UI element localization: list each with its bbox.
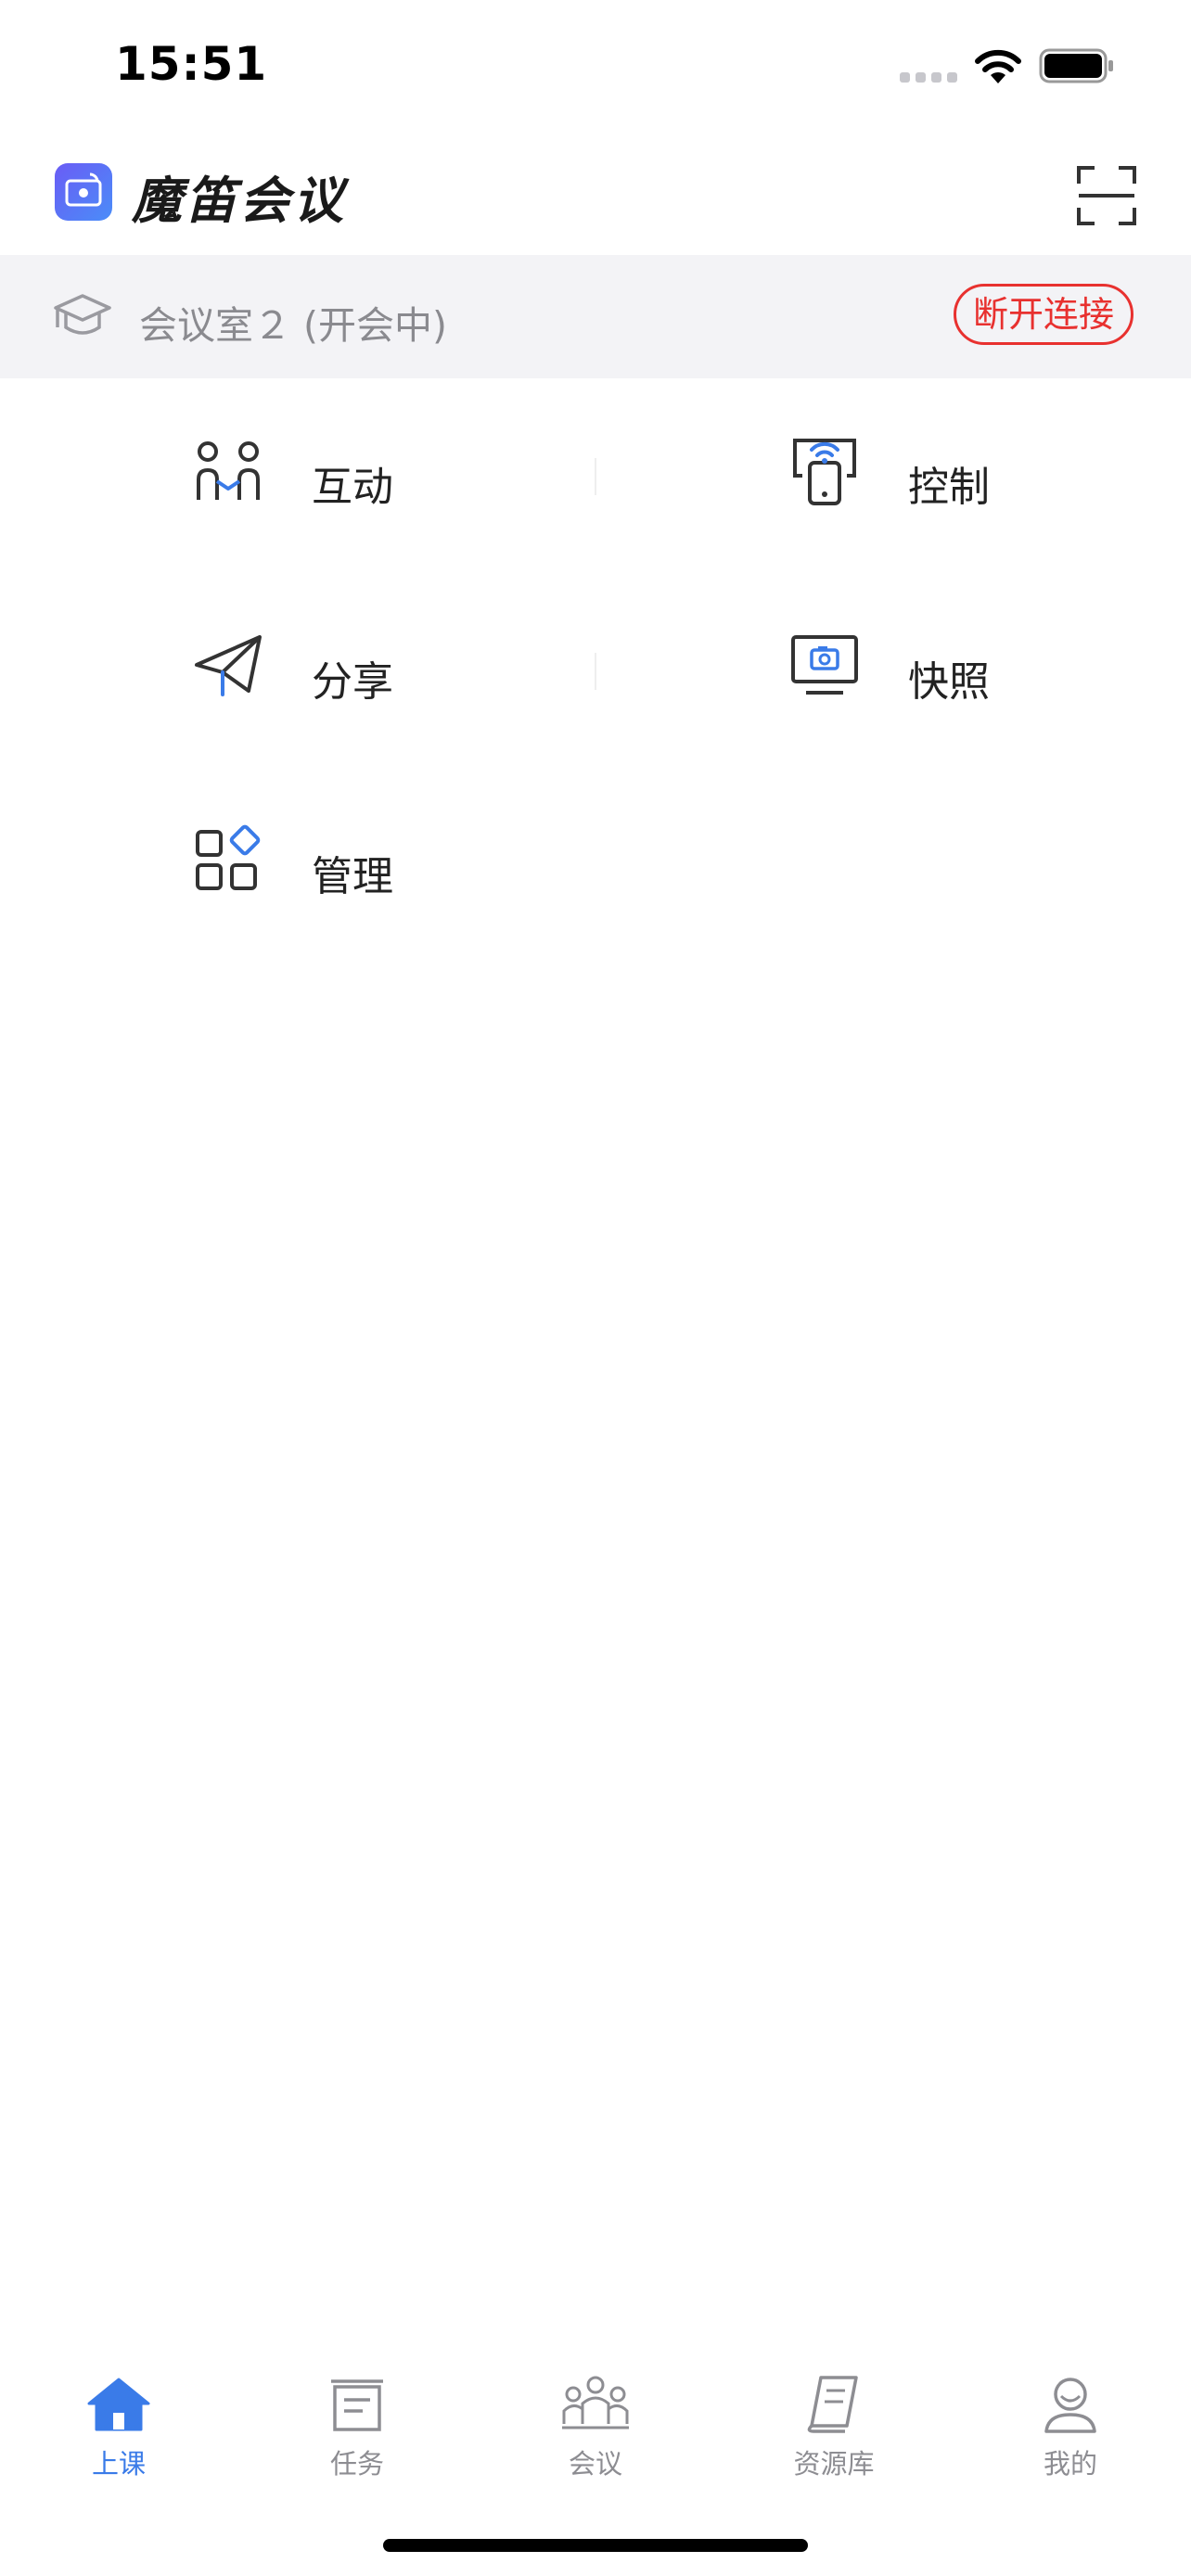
tab-bar: 上课 任务 会议 资源库 我的: [0, 2355, 1191, 2494]
tab-class[interactable]: 上课: [35, 2355, 202, 2485]
menu-label-manage: 管理: [312, 853, 393, 900]
scan-icon[interactable]: [1076, 165, 1137, 226]
status-time: 15:51: [115, 37, 268, 91]
library-icon: [807, 2376, 858, 2433]
paper-plane-icon: [195, 635, 262, 696]
cellular-signal-icon: [900, 72, 957, 83]
divider: [595, 653, 596, 690]
status-bar: 15:51: [0, 0, 1191, 130]
tab-task[interactable]: 任务: [274, 2355, 441, 2485]
wifi-icon: [975, 49, 1021, 83]
control-icon: [793, 439, 856, 505]
graduation-cap-icon: [54, 294, 111, 335]
tab-label: 任务: [329, 2448, 384, 2480]
task-icon: [331, 2379, 383, 2431]
tab-label: 会议: [568, 2448, 622, 2480]
menu-label-control: 控制: [908, 464, 990, 511]
tab-library[interactable]: 资源库: [750, 2355, 917, 2485]
divider: [595, 458, 596, 495]
meeting-icon: [562, 2376, 629, 2429]
tab-meeting[interactable]: 会议: [512, 2355, 679, 2485]
tab-label: 我的: [1043, 2448, 1097, 2480]
menu-interact[interactable]: 互动: [193, 435, 471, 518]
battery-icon: [1039, 48, 1113, 83]
interact-icon: [197, 441, 260, 500]
app-title: 魔笛会议: [132, 172, 347, 230]
home-icon: [87, 2378, 150, 2431]
menu-manage[interactable]: 管理: [193, 824, 471, 908]
apps-grid-icon: [196, 824, 261, 890]
menu-snapshot[interactable]: 快照: [789, 630, 1068, 713]
menu-control[interactable]: 控制: [789, 435, 1068, 518]
screen-camera-icon: [791, 635, 858, 695]
menu-label-interact: 互动: [312, 464, 393, 511]
home-indicator: [383, 2539, 808, 2552]
profile-icon: [1044, 2378, 1096, 2433]
menu-label-snapshot: 快照: [908, 658, 990, 706]
connection-bar: 会议室２ (开会中) 断开连接: [0, 255, 1191, 378]
disconnect-button[interactable]: 断开连接: [954, 284, 1133, 345]
menu-label-share: 分享: [312, 658, 393, 706]
room-name: 会议室２ (开会中): [139, 303, 448, 348]
tab-label: 上课: [91, 2448, 146, 2480]
tab-profile[interactable]: 我的: [987, 2355, 1154, 2485]
app-header: 魔笛会议: [0, 130, 1191, 255]
menu-share[interactable]: 分享: [193, 630, 471, 713]
app-logo-icon: [55, 163, 112, 221]
tab-label: 资源库: [793, 2448, 875, 2480]
